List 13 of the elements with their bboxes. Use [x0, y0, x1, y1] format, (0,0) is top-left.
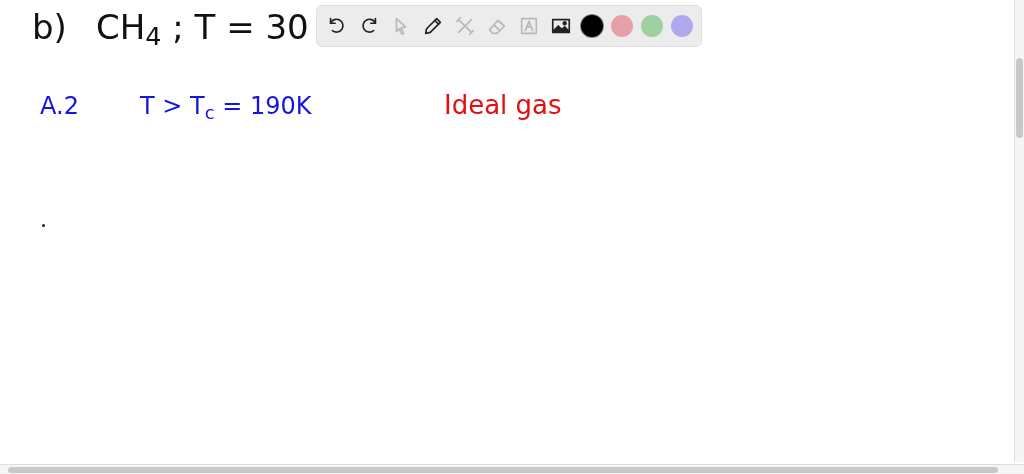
scrollbar-thumb[interactable] [8, 467, 998, 473]
color-swatch[interactable] [581, 15, 603, 37]
color-swatch[interactable] [611, 15, 633, 37]
handwritten-note: Ideal gas [444, 92, 562, 118]
part-label: A.2 [40, 94, 79, 118]
question-label: b) [32, 10, 67, 44]
scrollbar-thumb[interactable] [1016, 58, 1023, 138]
handwritten-note: CH$_{4}$ ; T = 30 [96, 10, 309, 44]
horizontal-scrollbar[interactable] [0, 464, 1024, 474]
color-swatch[interactable] [671, 15, 693, 37]
color-swatch[interactable] [641, 15, 663, 37]
vertical-scrollbar[interactable] [1014, 0, 1024, 462]
handwritten-equation: T > T$_{c}$ = 190K [140, 94, 312, 118]
